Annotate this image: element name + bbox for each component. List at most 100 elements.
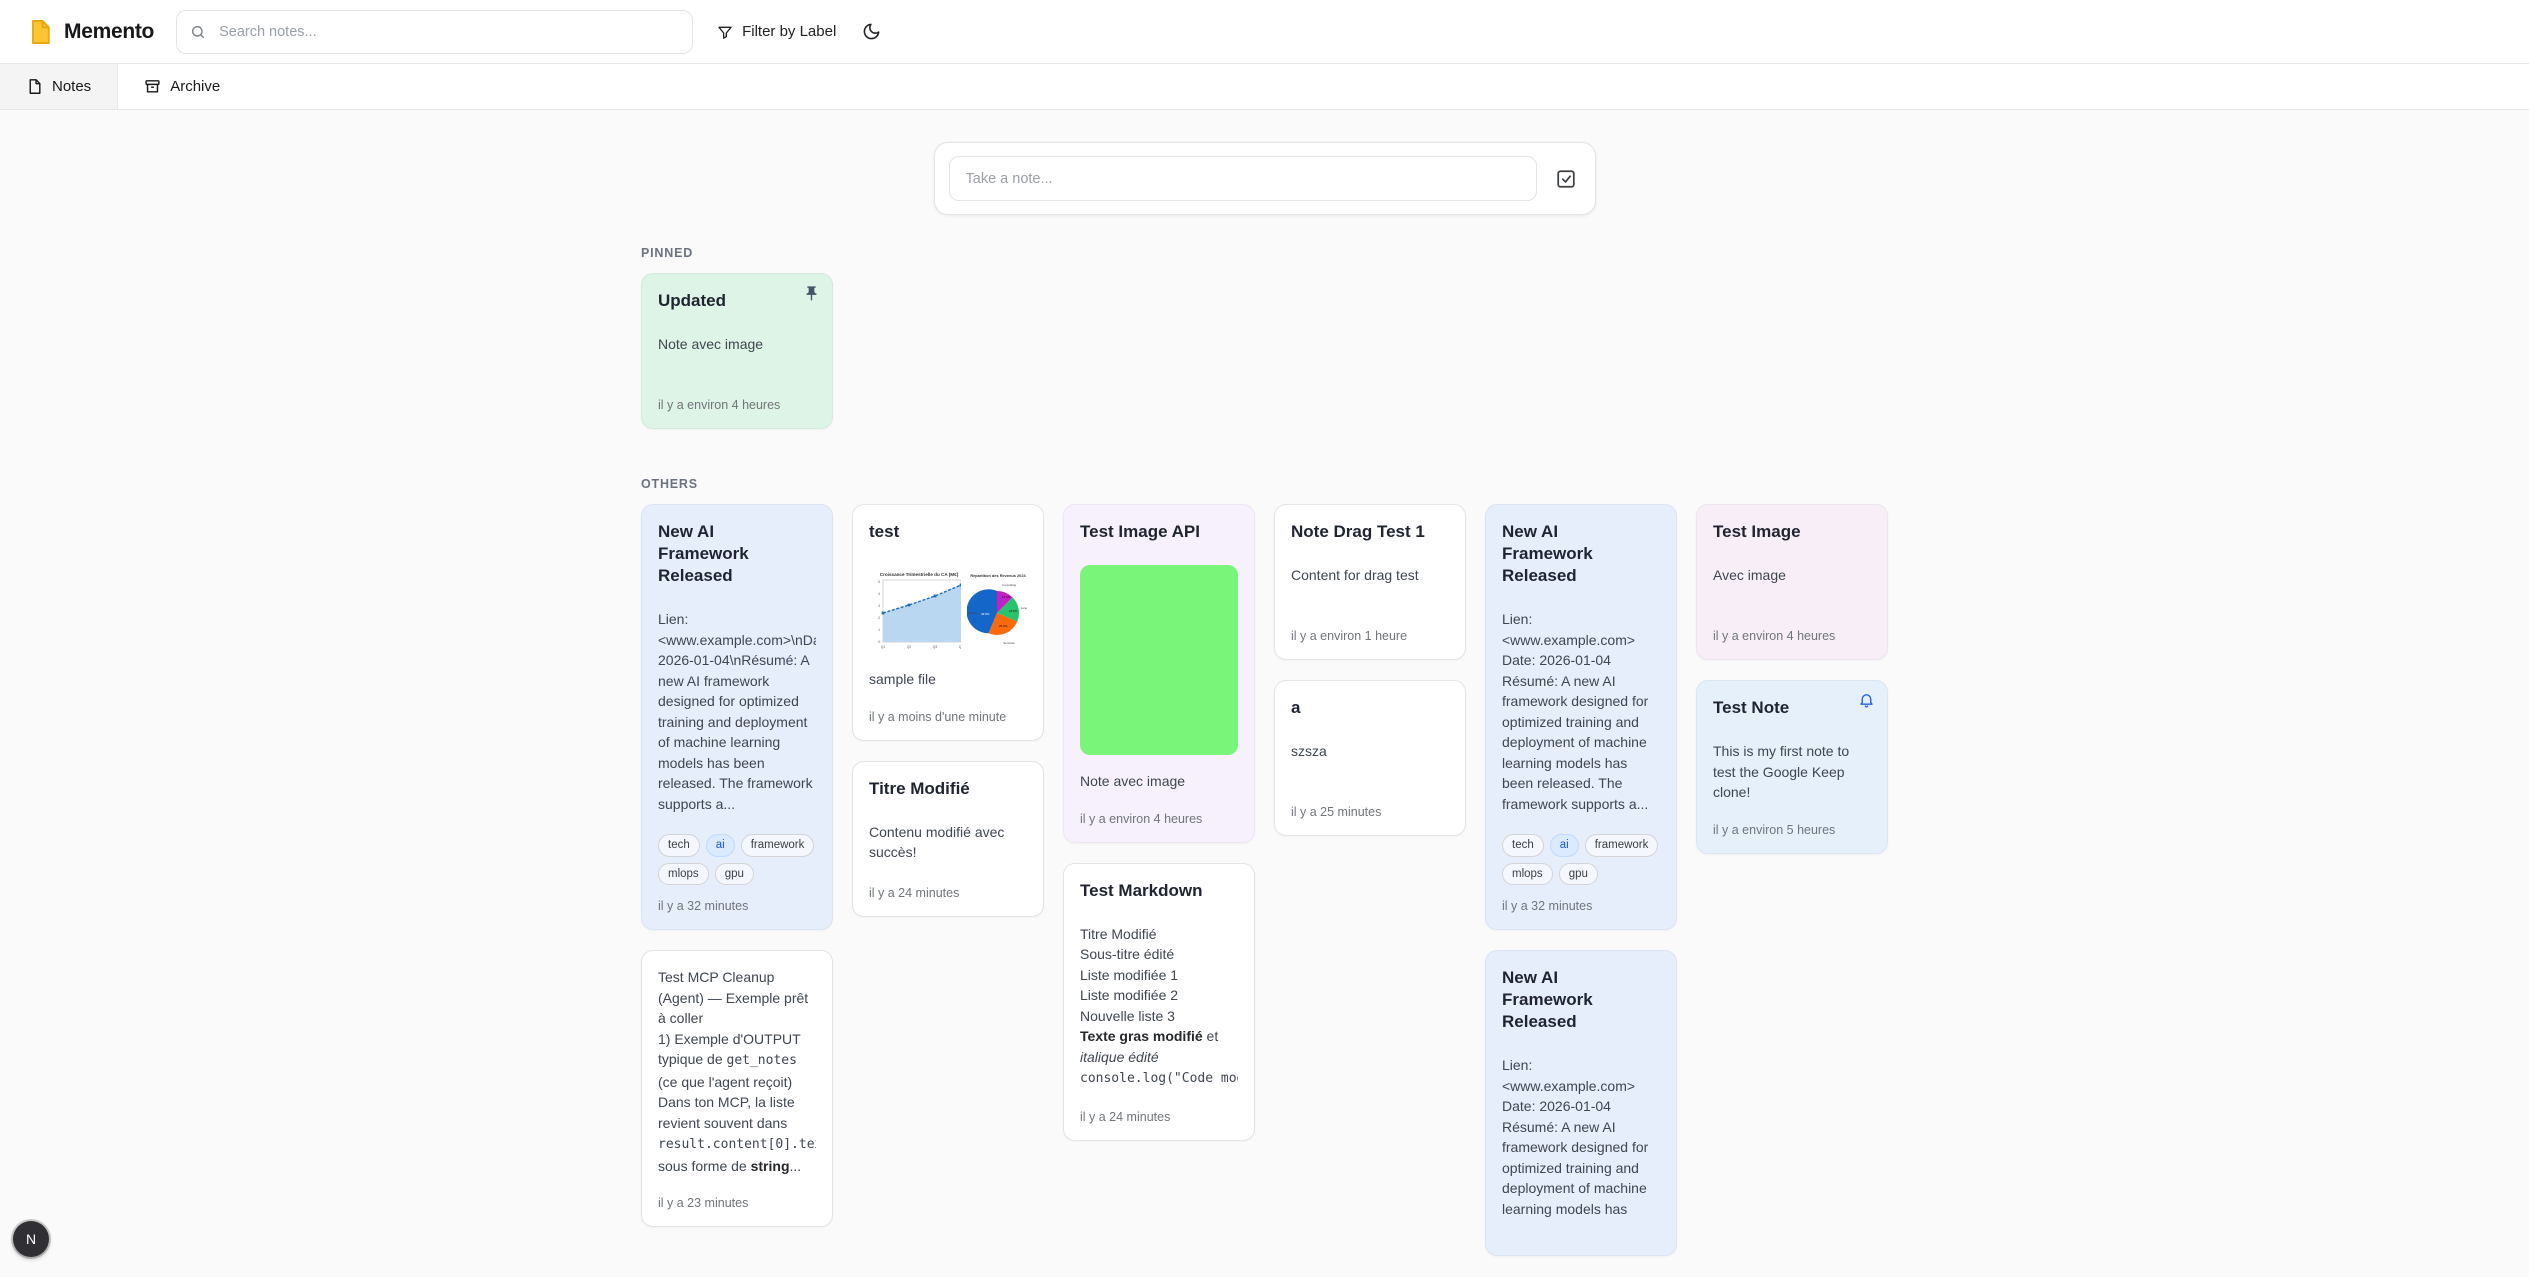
note-title: a [1291,697,1449,719]
tag-tech[interactable]: tech [658,834,700,856]
note-title: test [869,521,1027,543]
tag-ai[interactable]: ai [1550,834,1579,856]
note-body: Test MCP Cleanup (Agent) — Exemple prêt … [658,967,816,1176]
note-title: Test Image API [1080,521,1238,543]
note-body: Contenu modifié avec succès! [869,822,1027,863]
main-content: PINNED Updated Note avec image il y a en… [0,110,2529,1277]
tag-framework[interactable]: framework [1585,834,1659,856]
svg-text:Q1: Q1 [881,645,886,649]
note-card-updated[interactable]: Updated Note avec image il y a environ 4… [641,273,833,429]
new-checklist-button[interactable] [1551,164,1581,194]
tag-gpu[interactable]: gpu [715,863,754,885]
app-title: Memento [64,20,154,44]
svg-text:4: 4 [878,592,880,596]
svg-text:12.5%: 12.5% [1002,595,1011,599]
svg-text:3: 3 [878,604,880,608]
note-card-drag-test[interactable]: Note Drag Test 1 Content for drag test i… [1274,504,1466,660]
take-a-note-input[interactable] [949,156,1537,201]
search-box [176,10,693,54]
note-card-a[interactable]: a szsza il y a 25 minutes [1274,680,1466,836]
svg-text:Produits: Produits [968,611,980,615]
tag-tech[interactable]: tech [1502,834,1544,856]
area-chart-thumbnail[interactable]: Croissance Trimestrielle du CA (M€) 5 [869,567,961,653]
notes-column-5: New AI Framework Released Lien: <www.exa… [1485,504,1677,1256]
note-attachments: Croissance Trimestrielle du CA (M€) 5 [869,567,1027,653]
note-body: Avec image [1713,565,1871,586]
search-icon [190,24,206,40]
note-timestamp: il y a environ 4 heures [658,398,816,412]
note-timestamp: il y a 24 minutes [1080,1110,1238,1124]
note-body: szsza [1291,741,1449,762]
tag-ai[interactable]: ai [706,834,735,856]
tag-framework[interactable]: framework [741,834,815,856]
note-card-new-ai-framework-1[interactable]: New AI Framework Released Lien: <www.exa… [641,504,833,930]
note-body: Lien: <www.example.com> Date: 2026-01-04… [1502,609,1660,814]
note-card-test-markdown[interactable]: Test Markdown Titre ModifiéSous-titre éd… [1063,863,1255,1141]
avatar-initial: N [26,1231,36,1247]
tag-mlops[interactable]: mlops [1502,863,1553,885]
svg-text:Croissance Trimestrielle du CA: Croissance Trimestrielle du CA (M€) [880,572,959,577]
notes-file-icon [26,78,43,95]
note-card-new-ai-framework-2[interactable]: New AI Framework Released Lien: <www.exa… [1485,504,1677,930]
notes-column-1: New AI Framework Released Lien: <www.exa… [641,504,833,1227]
reminder-bell-icon[interactable] [1858,692,1875,709]
tag-list: tech ai framework mlops gpu [658,834,816,885]
search-input[interactable] [176,10,693,54]
moon-icon [862,22,881,41]
tag-mlops[interactable]: mlops [658,863,709,885]
note-card-test[interactable]: test Croissance Trimestrielle du CA (M€) [852,504,1044,741]
dark-mode-toggle[interactable] [862,22,881,41]
svg-text:1: 1 [878,628,880,632]
svg-text:25.0%: 25.0% [999,624,1008,628]
note-title: Test Note [1713,697,1871,719]
svg-text:Services: Services [1004,641,1016,645]
notes-column-6: Test Image Avec image il y a environ 4 h… [1696,504,1888,854]
note-file-icon [26,18,54,46]
pie-chart-thumbnail[interactable]: Répartition des Revenus 2024 Consulting … [967,567,1027,653]
tab-notes[interactable]: Notes [0,64,118,109]
note-timestamp: il y a environ 1 heure [1291,629,1449,643]
svg-text:43.8%: 43.8% [981,612,990,616]
note-timestamp: il y a 32 minutes [658,899,816,913]
tag-list: tech ai framework mlops gpu [1502,834,1660,885]
notes-column-4: Note Drag Test 1 Content for drag test i… [1274,504,1466,836]
note-card-new-ai-framework-3[interactable]: New AI Framework Released Lien: <www.exa… [1485,950,1677,1256]
note-body: sample file [869,669,1027,690]
filter-by-label-button[interactable]: Filter by Label [717,23,836,40]
pinned-grid: Updated Note avec image il y a environ 4… [641,273,1888,429]
others-grid: New AI Framework Released Lien: <www.exa… [641,504,1888,1256]
note-title: New AI Framework Released [658,521,770,587]
archive-box-icon [144,78,161,95]
note-image-green[interactable] [1080,565,1238,755]
note-card-test-note[interactable]: Test Note This is my first note to test … [1696,680,1888,854]
note-body: Note avec image [1080,771,1238,792]
svg-text:Répartition des Revenus 2024: Répartition des Revenus 2024 [971,573,1027,578]
note-timestamp: il y a 24 minutes [869,886,1027,900]
tab-archive-label: Archive [170,78,220,95]
note-timestamp: il y a environ 4 heures [1080,812,1238,826]
pinned-section-label: PINNED [641,246,1888,260]
note-title: Test Image [1713,521,1871,543]
note-card-titre-modifie[interactable]: Titre Modifié Contenu modifié avec succè… [852,761,1044,917]
checkbox-icon [1555,168,1577,190]
note-title: Titre Modifié [869,778,1027,800]
note-body: Content for drag test [1291,565,1449,586]
pin-icon[interactable] [803,285,820,302]
notes-column-3: Test Image API Note avec image il y a en… [1063,504,1255,1141]
note-card-test-image[interactable]: Test Image Avec image il y a environ 4 h… [1696,504,1888,660]
note-timestamp: il y a 32 minutes [1502,899,1660,913]
note-body: This is my first note to test the Google… [1713,741,1871,803]
note-card-test-image-api[interactable]: Test Image API Note avec image il y a en… [1063,504,1255,843]
note-title: New AI Framework Released [1502,967,1614,1033]
note-title: New AI Framework Released [1502,521,1614,587]
user-avatar[interactable]: N [13,1221,49,1257]
svg-text:Q2: Q2 [907,645,912,649]
note-timestamp: il y a moins d'une minute [869,710,1027,724]
note-timestamp: il y a environ 5 heures [1713,823,1871,837]
svg-text:Q3: Q3 [933,645,938,649]
tab-archive[interactable]: Archive [118,64,246,109]
note-card-mcp-cleanup[interactable]: Test MCP Cleanup (Agent) — Exemple prêt … [641,950,833,1227]
svg-text:Consulting: Consulting [1002,583,1017,587]
tag-gpu[interactable]: gpu [1559,863,1598,885]
note-composer [934,142,1596,215]
